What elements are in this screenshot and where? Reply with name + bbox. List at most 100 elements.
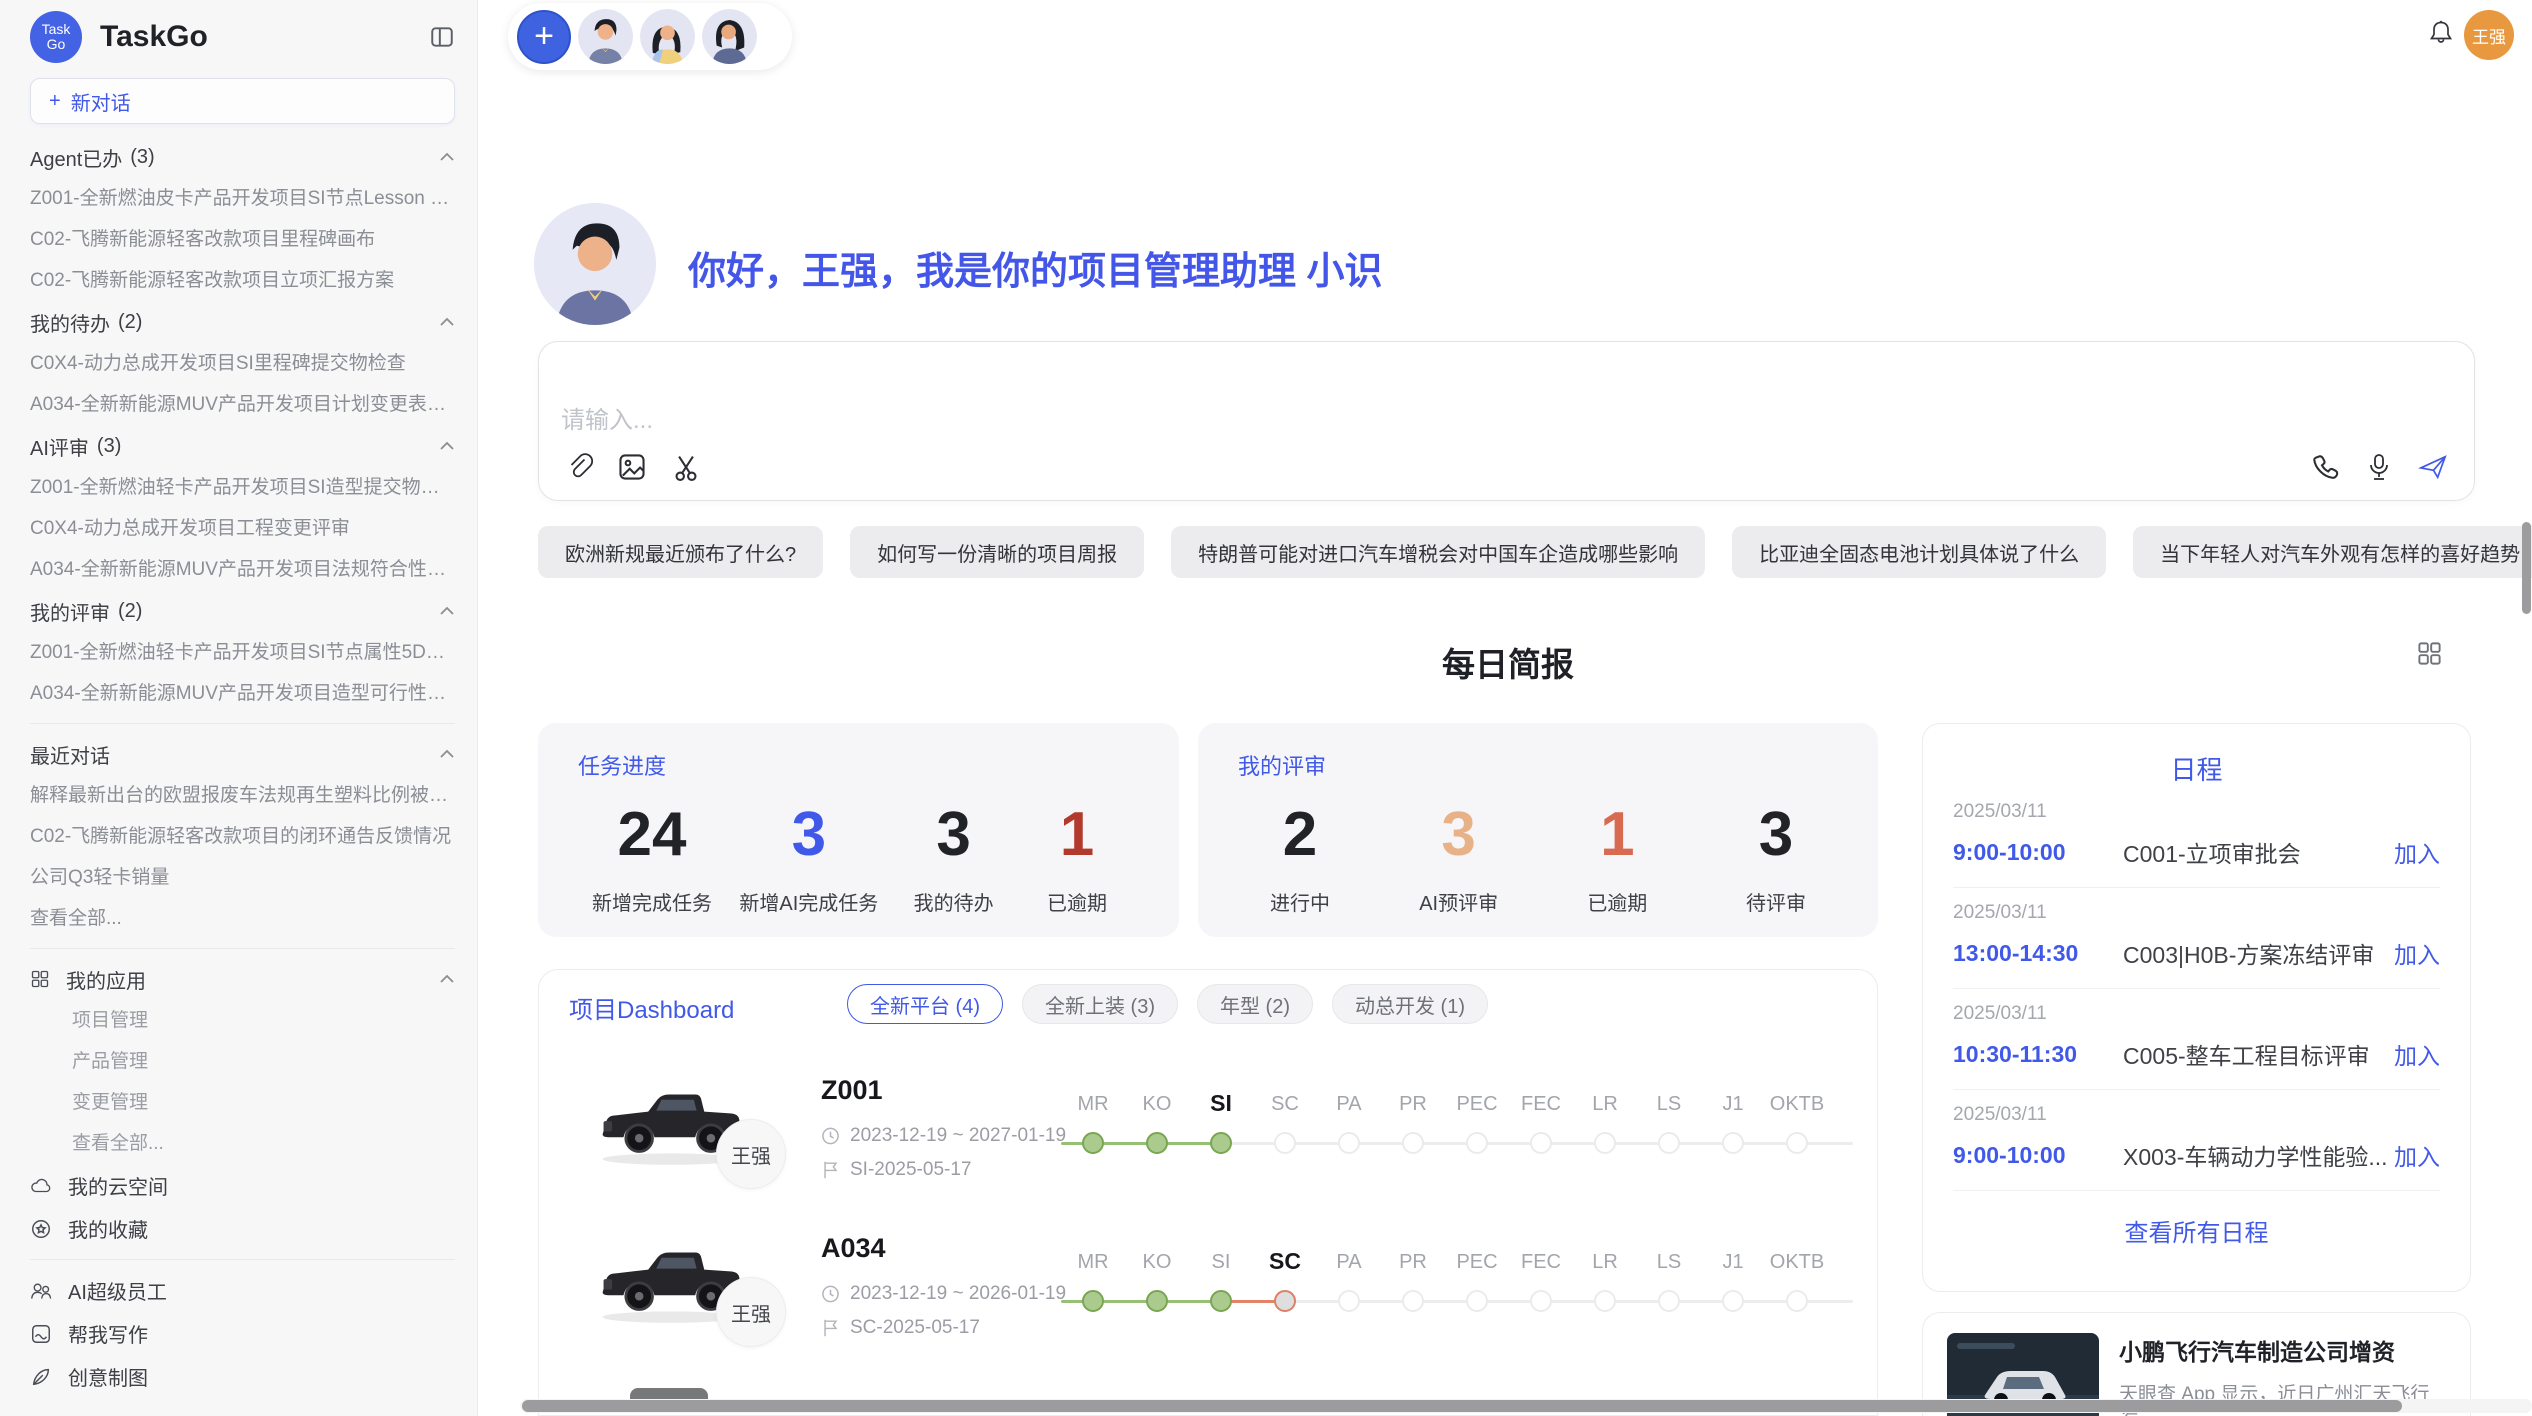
sidebar-section-header[interactable]: 我的评审 (2) <box>30 590 455 632</box>
phone-icon[interactable] <box>2310 452 2340 482</box>
sidebar-section-header[interactable]: 我的待办 (2) <box>30 301 455 343</box>
card-title: 我的评审 <box>1238 749 1838 781</box>
milestone-dot[interactable] <box>1210 1132 1232 1154</box>
project-row[interactable]: 王强 Z001 2023-12-19 ~ 2027-01-19 SI-2025-… <box>539 1073 1877 1231</box>
sidebar-item[interactable]: C02-飞腾新能源轻客改款项目的闭环通告反馈情况 <box>30 816 455 857</box>
sidebar-item-creative-drawing[interactable]: 创意制图 <box>30 1355 455 1398</box>
sidebar-item[interactable]: C0X4-动力总成开发项目SI里程碑提交物检查 <box>30 343 455 384</box>
sidebar-item[interactable]: Z001-全新燃油轻卡产品开发项目SI造型提交物评审 <box>30 467 455 508</box>
milestone-dot[interactable] <box>1274 1290 1296 1312</box>
view-all-schedule-link[interactable]: 查看所有日程 <box>1953 1213 2440 1248</box>
user-avatar[interactable]: 王强 <box>2464 10 2514 60</box>
milestone-dot[interactable] <box>1338 1132 1360 1154</box>
sidebar-item-favorites[interactable]: 我的收藏 <box>30 1207 455 1250</box>
sidebar-item-cloud-space[interactable]: 我的云空间 <box>30 1164 455 1207</box>
milestone-dot[interactable] <box>1146 1132 1168 1154</box>
milestone-dot[interactable] <box>1082 1290 1104 1312</box>
milestone-dot[interactable] <box>1722 1132 1744 1154</box>
join-link[interactable]: 加入 <box>2394 936 2440 970</box>
join-link[interactable]: 加入 <box>2394 835 2440 869</box>
horizontal-scrollbar-thumb[interactable] <box>522 1400 2402 1412</box>
schedule-title-text: C001-立项审批会 <box>2123 835 2394 869</box>
milestone-dot[interactable] <box>1338 1290 1360 1312</box>
sidebar-item[interactable]: 产品管理 <box>30 1041 455 1082</box>
stat: 3 待评审 <box>1728 799 1824 916</box>
sidebar-item[interactable]: 公司Q3轻卡销量 <box>30 857 455 898</box>
sidebar-item[interactable]: C02-飞腾新能源轻客改款项目里程碑画布 <box>30 219 455 260</box>
sidebar-item[interactable]: 查看全部... <box>30 1123 455 1164</box>
sidebar-item-help-me-write[interactable]: 帮我写作 <box>30 1312 455 1355</box>
sidebar-item[interactable]: A034-全新新能源MUV产品开发项目计划变更表编写 <box>30 384 455 425</box>
milestone-dot[interactable] <box>1594 1132 1616 1154</box>
my-apps-label: 我的应用 <box>66 965 146 994</box>
schedule-date: 2025/03/11 <box>1953 1104 2440 1126</box>
suggestion-chip[interactable]: 如何写一份清晰的项目周报 <box>850 526 1144 578</box>
avatar[interactable] <box>702 9 757 64</box>
sidebar-item[interactable]: 项目管理 <box>30 1000 455 1041</box>
sidebar-section-header[interactable]: 最近对话 <box>30 733 455 775</box>
milestone-dot[interactable] <box>1082 1132 1104 1154</box>
mic-icon[interactable] <box>2364 452 2394 482</box>
ai-super-staff-label: AI超级员工 <box>68 1276 167 1305</box>
chat-input[interactable] <box>561 400 2061 444</box>
grid-icon <box>30 969 50 989</box>
vertical-scrollbar-thumb[interactable] <box>2522 522 2531 614</box>
milestone-dot[interactable] <box>1658 1132 1680 1154</box>
milestone-dot[interactable] <box>1466 1132 1488 1154</box>
milestone-dot[interactable] <box>1146 1290 1168 1312</box>
join-link[interactable]: 加入 <box>2394 1037 2440 1071</box>
scissors-icon[interactable] <box>671 452 701 482</box>
avatar[interactable] <box>578 9 633 64</box>
milestone-dot[interactable] <box>1530 1132 1552 1154</box>
stat-label: AI预评审 <box>1411 887 1507 916</box>
input-toolbar-left <box>563 452 701 482</box>
sidebar-section-header[interactable]: Agent已办 (3) <box>30 136 455 178</box>
milestone-dot[interactable] <box>1402 1132 1424 1154</box>
chevron-up-icon <box>439 749 455 759</box>
paperclip-icon[interactable] <box>563 452 593 482</box>
new-chat-button[interactable]: + 新对话 <box>30 78 455 124</box>
milestone-dot[interactable] <box>1658 1290 1680 1312</box>
milestone-dot[interactable] <box>1210 1290 1232 1312</box>
milestone-dot[interactable] <box>1402 1290 1424 1312</box>
avatar[interactable] <box>640 9 695 64</box>
sidebar-collapse-icon[interactable] <box>429 24 455 50</box>
stat-label: 已逾期 <box>1029 887 1125 916</box>
sidebar-item-ai-super-staff[interactable]: AI超级员工 <box>30 1269 455 1312</box>
bell-icon[interactable] <box>2427 18 2455 48</box>
suggestion-chip[interactable]: 欧洲新规最近颁布了什么? <box>538 526 823 578</box>
sidebar-item[interactable]: 变更管理 <box>30 1082 455 1123</box>
layout-grid-icon[interactable] <box>2416 640 2443 667</box>
paper-plane-send-icon[interactable] <box>2418 452 2448 482</box>
milestone-dot[interactable] <box>1594 1290 1616 1312</box>
stat: 3 新增AI完成任务 <box>739 799 878 916</box>
join-link[interactable]: 加入 <box>2394 1138 2440 1172</box>
sidebar-item[interactable]: 解释最新出台的欧盟报废车法规再生塑料比例被调至15%... <box>30 775 455 816</box>
sidebar-item[interactable]: A034-全新新能源MUV产品开发项目造型可行性评审 <box>30 673 455 714</box>
horizontal-scrollbar[interactable] <box>520 1399 2532 1413</box>
sidebar-item[interactable]: Z001-全新燃油轻卡产品开发项目SI节点属性5D文件评审 <box>30 632 455 673</box>
sidebar-item[interactable]: C0X4-动力总成开发项目工程变更评审 <box>30 508 455 549</box>
sidebar-item[interactable]: Z001-全新燃油皮卡产品开发项目SI节点Lesson Learn报告 <box>30 178 455 219</box>
milestone-dot[interactable] <box>1722 1290 1744 1312</box>
milestone-dot[interactable] <box>1786 1290 1808 1312</box>
sidebar-item[interactable]: A034-全新新能源MUV产品开发项目法规符合性评审 <box>30 549 455 590</box>
star-badge-icon <box>30 1218 52 1240</box>
suggestion-chip[interactable]: 当下年轻人对汽车外观有怎样的喜好趋势 <box>2133 526 2532 578</box>
schedule-title-text: C005-整车工程目标评审 <box>2123 1037 2394 1071</box>
sidebar-item-my-apps[interactable]: 我的应用 <box>30 958 455 1000</box>
sidebar-section-label: AI评审 <box>30 432 89 461</box>
sidebar-item[interactable]: C02-飞腾新能源轻客改款项目立项汇报方案 <box>30 260 455 301</box>
project-row[interactable]: 王强 A034 2023-12-19 ~ 2026-01-19 SC-2025-… <box>539 1231 1877 1389</box>
milestone-dot[interactable] <box>1530 1290 1552 1312</box>
milestone-dot[interactable] <box>1786 1132 1808 1154</box>
milestone-label: OKTB <box>1759 1251 1835 1274</box>
add-conversation-button[interactable]: + <box>517 10 571 64</box>
sidebar-section-header[interactable]: AI评审 (3) <box>30 425 455 467</box>
milestone-dot[interactable] <box>1466 1290 1488 1312</box>
image-icon[interactable] <box>617 452 647 482</box>
sidebar-item[interactable]: 查看全部... <box>30 898 455 939</box>
suggestion-chip[interactable]: 特朗普可能对进口汽车增税会对中国车企造成哪些影响 <box>1171 526 1705 578</box>
milestone-dot[interactable] <box>1274 1132 1296 1154</box>
suggestion-chip[interactable]: 比亚迪全固态电池计划具体说了什么 <box>1732 526 2106 578</box>
